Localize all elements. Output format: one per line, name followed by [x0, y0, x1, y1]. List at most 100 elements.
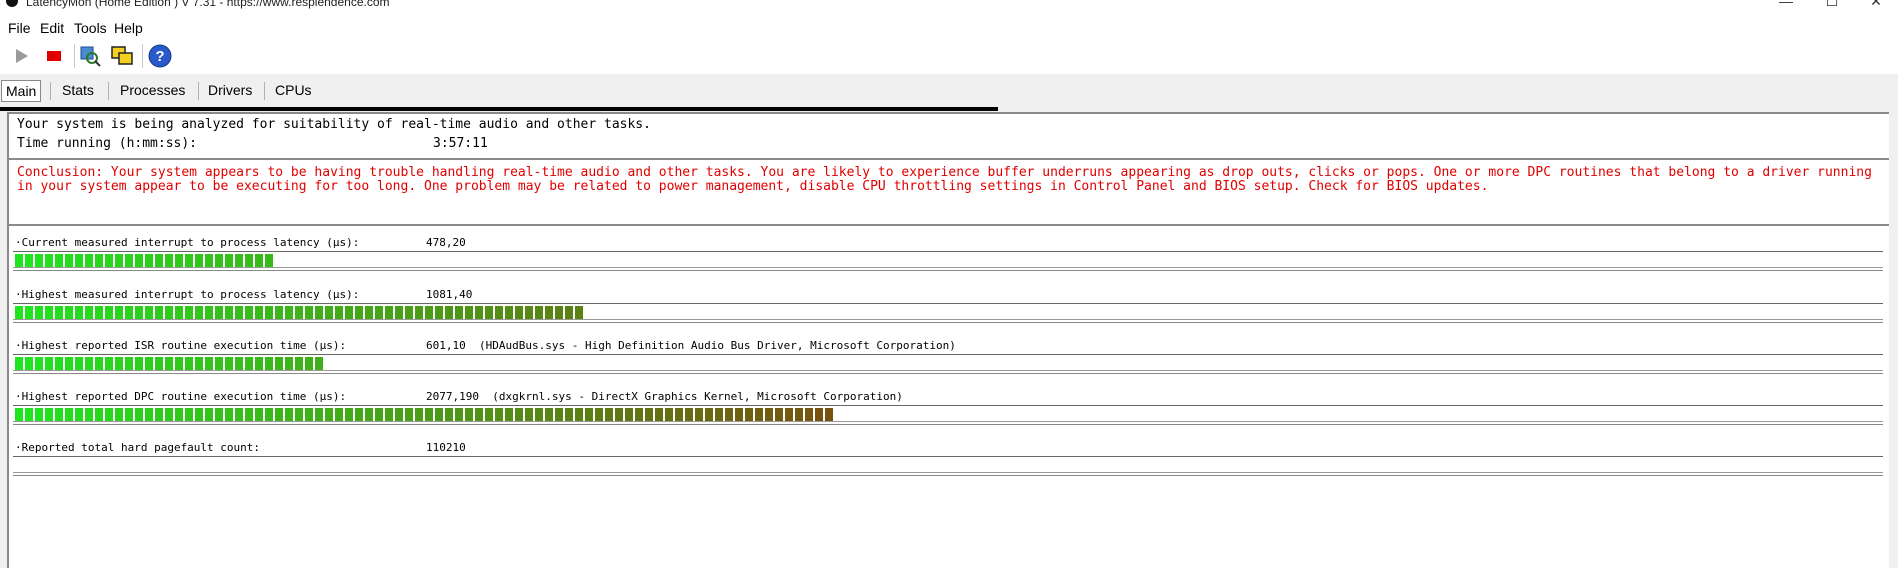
- meter-segment: [445, 306, 453, 320]
- meter-segment: [45, 408, 53, 422]
- meter-segment: [85, 254, 93, 268]
- meter-segment: [255, 357, 263, 371]
- meter-segment: [405, 408, 413, 422]
- meter-segment: [55, 254, 63, 268]
- meter-segment: [95, 408, 103, 422]
- analysis-progress-strip: [0, 107, 998, 111]
- meter-segment: [65, 254, 73, 268]
- meter-segment: [135, 306, 143, 320]
- tab-separator: [198, 82, 199, 100]
- conclusion-panel: Conclusion: Your system appears to be ha…: [7, 158, 1889, 224]
- meter-segment: [135, 408, 143, 422]
- meter-segment: [495, 408, 503, 422]
- meter-segment: [265, 408, 273, 422]
- meter-segment: [525, 408, 533, 422]
- meter-segment: [735, 408, 743, 422]
- metric-value: 601,10 (HDAudBus.sys - High Definition A…: [426, 339, 956, 352]
- metric-number: 1081,40: [426, 288, 473, 301]
- meter-segment: [225, 408, 233, 422]
- meter-segment: [285, 408, 293, 422]
- menu-file[interactable]: File: [8, 20, 31, 36]
- toolbar-separator: [74, 44, 75, 68]
- play-icon[interactable]: [10, 44, 34, 68]
- stop-icon[interactable]: [42, 44, 66, 68]
- meter-segment: [205, 254, 213, 268]
- meter-segment: [425, 306, 433, 320]
- meter-segment: [155, 254, 163, 268]
- meter-segment: [295, 306, 303, 320]
- meter-segment: [445, 408, 453, 422]
- windows-icon[interactable]: [110, 44, 134, 68]
- meter-segment: [685, 408, 693, 422]
- app-icon: [6, 0, 18, 7]
- meter-segment: [465, 306, 473, 320]
- menu-edit[interactable]: Edit: [40, 20, 64, 36]
- meter-segment: [165, 254, 173, 268]
- meter-segment: [115, 357, 123, 371]
- meter-segment: [125, 408, 133, 422]
- meter-segment: [535, 408, 543, 422]
- meter-segment: [385, 408, 393, 422]
- meter-segment: [505, 306, 513, 320]
- tab-processes[interactable]: Processes: [116, 80, 189, 100]
- meter-segment: [135, 254, 143, 268]
- meter-segment: [305, 357, 313, 371]
- meter-segment: [825, 408, 833, 422]
- meter-segment: [375, 408, 383, 422]
- menu-tools[interactable]: Tools: [74, 20, 107, 36]
- menu-help[interactable]: Help: [114, 20, 143, 36]
- meter-segment: [75, 306, 83, 320]
- meter-segment: [245, 408, 253, 422]
- meter-segment: [625, 408, 633, 422]
- meter-segment: [45, 306, 53, 320]
- meter-segment: [375, 306, 383, 320]
- meter-segment: [105, 408, 113, 422]
- meter-segment: [175, 306, 183, 320]
- meter-segment: [705, 408, 713, 422]
- tab-main[interactable]: Main: [1, 80, 42, 102]
- maximize-button[interactable]: ☐: [1812, 0, 1852, 10]
- tab-stats[interactable]: Stats: [58, 80, 98, 100]
- meter-segment: [395, 408, 403, 422]
- meter-segment: [565, 306, 573, 320]
- latency-meter: [13, 303, 1883, 323]
- help-icon[interactable]: ?: [148, 44, 172, 68]
- meter-segment: [45, 254, 53, 268]
- meter-segment: [215, 254, 223, 268]
- meter-segment: [195, 254, 203, 268]
- tab-drivers[interactable]: Drivers: [204, 80, 256, 100]
- meter-segment: [795, 408, 803, 422]
- meter-segment: [275, 306, 283, 320]
- meter-segment: [105, 357, 113, 371]
- meter-segment: [515, 408, 523, 422]
- title-bar: LatencyMon (Home Edition ) V 7.31 - http…: [0, 0, 1898, 18]
- meter-segment: [85, 306, 93, 320]
- meter-segment: [245, 357, 253, 371]
- metric-value: 478,20: [426, 236, 466, 249]
- meter-segment: [585, 408, 593, 422]
- latency-meter: [13, 405, 1883, 425]
- meter-segment: [65, 408, 73, 422]
- meter-segment: [145, 306, 153, 320]
- meter-segment: [305, 306, 313, 320]
- latency-meter: [13, 354, 1883, 374]
- close-button[interactable]: ✕: [1856, 0, 1896, 10]
- meter-segment: [65, 306, 73, 320]
- meter-segment: [185, 357, 193, 371]
- meter-segment: [145, 408, 153, 422]
- meter-segment: [135, 357, 143, 371]
- meter-segment: [235, 357, 243, 371]
- meter-segment: [455, 408, 463, 422]
- meter-segment: [235, 306, 243, 320]
- meter-segment: [85, 357, 93, 371]
- meter-segment: [35, 306, 43, 320]
- minimize-button[interactable]: —: [1766, 0, 1806, 10]
- meter-segment: [75, 357, 83, 371]
- tab-cpus[interactable]: CPUs: [271, 80, 316, 100]
- meter-segment: [575, 408, 583, 422]
- metric-detail: (HDAudBus.sys - High Definition Audio Bu…: [479, 339, 956, 352]
- meter-segment: [415, 408, 423, 422]
- metric-label: ·Highest reported DPC routine execution …: [15, 390, 347, 403]
- inspect-icon[interactable]: [78, 44, 102, 68]
- meter-segment: [225, 306, 233, 320]
